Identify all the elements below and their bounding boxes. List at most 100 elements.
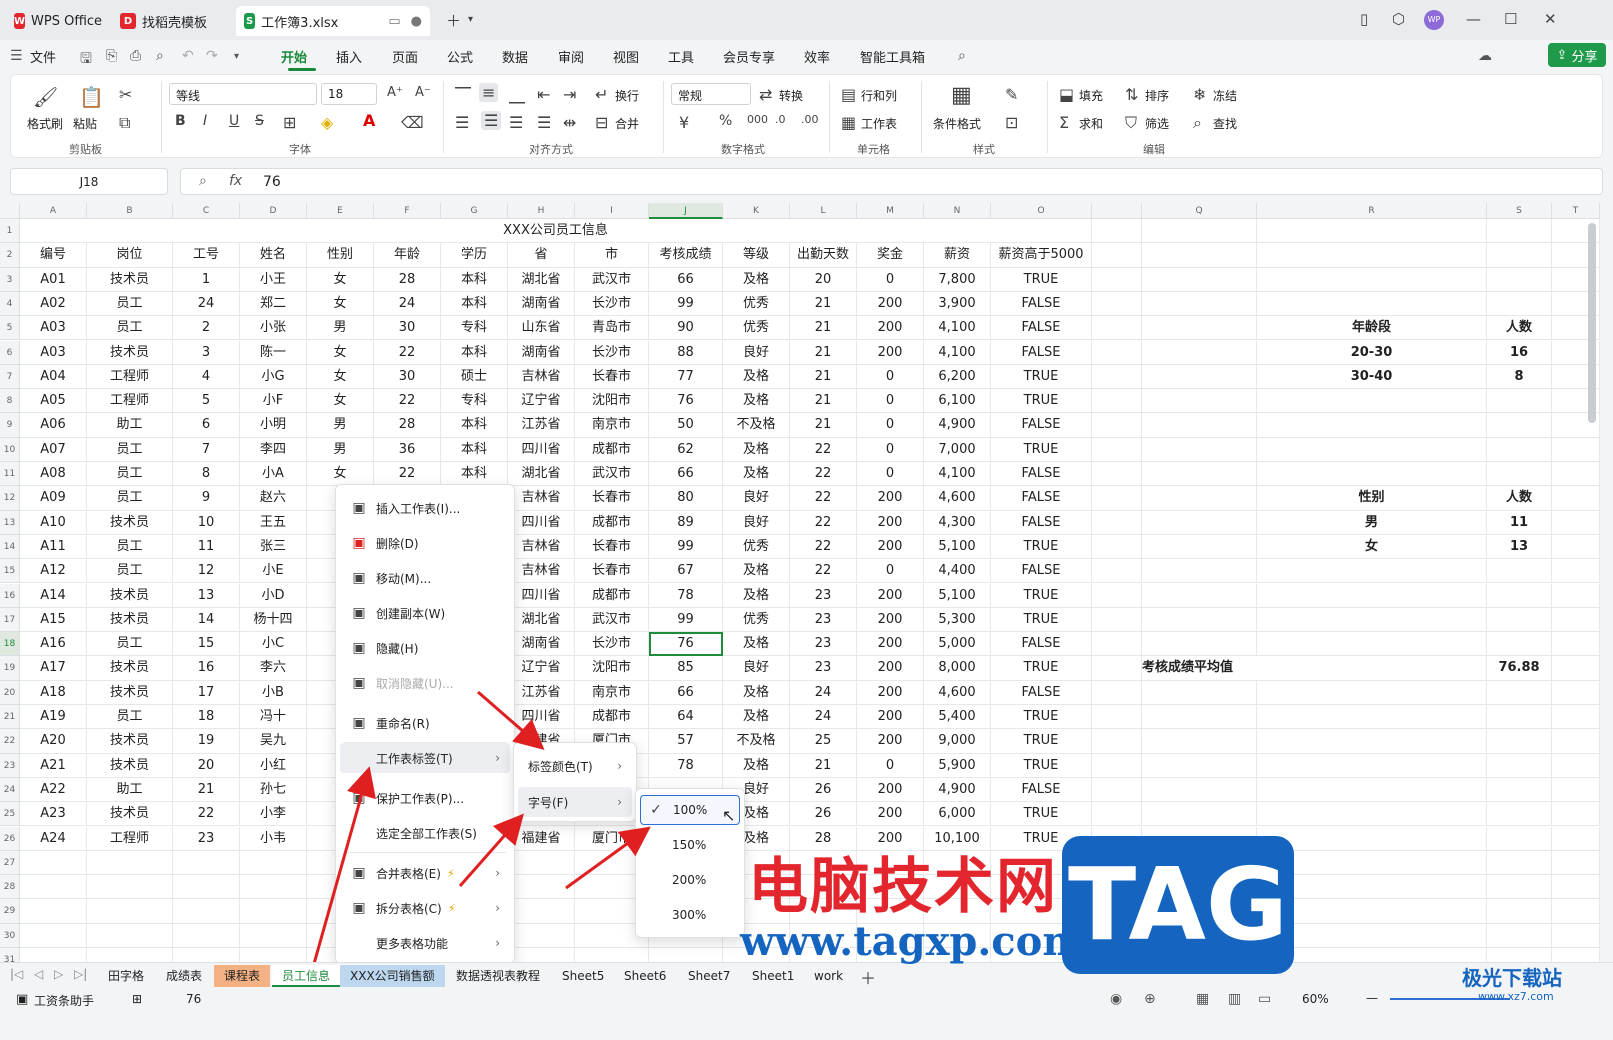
table-cell[interactable]: 26 — [790, 802, 857, 827]
table-cell[interactable]: 张三 — [240, 534, 307, 560]
table-cell[interactable]: 男 — [307, 316, 374, 341]
column-header[interactable]: Q — [1142, 203, 1257, 219]
menu-page[interactable]: 页面 — [392, 47, 418, 66]
table-cell[interactable]: 21 — [790, 753, 857, 778]
column-header[interactable]: H — [508, 203, 575, 219]
sheet-tab[interactable]: work — [804, 965, 853, 987]
grid-cell[interactable] — [1487, 462, 1552, 487]
table-cell[interactable]: 及格 — [723, 583, 790, 608]
rowcol-button[interactable]: 行和列 — [861, 87, 897, 104]
context-menu-item[interactable]: ▣ 删除(D) — [340, 528, 510, 558]
page-view-icon[interactable]: ▥ — [1228, 991, 1241, 1007]
grid-cell[interactable] — [1487, 777, 1552, 803]
freeze-button[interactable]: 冻结 — [1213, 87, 1237, 104]
grid-cell[interactable] — [1142, 389, 1257, 414]
grid-cell[interactable] — [1142, 462, 1257, 487]
table-cell[interactable]: 6,200 — [924, 364, 991, 390]
grid-cell[interactable] — [1487, 389, 1552, 414]
column-header[interactable]: O — [991, 203, 1092, 219]
row-header[interactable]: 26 — [0, 826, 20, 851]
quick-more-icon[interactable]: ▾ — [234, 51, 239, 62]
grid-cell[interactable] — [1092, 437, 1142, 462]
table-cell[interactable]: 5,900 — [924, 753, 991, 778]
sheet-tab[interactable]: 田字格 — [98, 965, 154, 987]
row-header[interactable]: 12 — [0, 486, 20, 511]
justify-icon[interactable]: ☰ — [537, 113, 551, 132]
table-cell[interactable]: 4,100 — [924, 462, 991, 487]
grid-cell[interactable] — [1487, 729, 1552, 754]
table-cell[interactable]: 18 — [173, 705, 240, 730]
table-cell[interactable]: A17 — [20, 656, 87, 681]
underline-icon[interactable]: U — [229, 113, 239, 129]
table-cell[interactable]: 南京市 — [575, 680, 649, 705]
table-cell[interactable]: 5,100 — [924, 583, 991, 608]
table-cell[interactable]: 0 — [857, 462, 924, 487]
table-cell[interactable]: 21 — [790, 316, 857, 341]
table-cell[interactable]: 8,000 — [924, 656, 991, 681]
menu-home[interactable]: 开始 — [281, 47, 307, 66]
table-cell[interactable]: 技术员 — [87, 267, 173, 292]
table-cell[interactable]: 22 — [790, 462, 857, 487]
sheet-tab[interactable]: Sheet5 — [552, 965, 614, 987]
table-cell[interactable]: 江苏省 — [508, 413, 575, 438]
convert-icon[interactable]: ⇄ — [759, 85, 772, 104]
table-cell[interactable]: 10 — [173, 510, 240, 535]
table-cell[interactable]: 郑二 — [240, 291, 307, 317]
cube-icon[interactable]: ⬡ — [1392, 10, 1405, 28]
header-cell[interactable]: 省 — [508, 243, 575, 268]
cell-text[interactable]: 11 — [1487, 510, 1552, 535]
zoom-out-icon[interactable]: — — [1366, 991, 1378, 1005]
grid-cell[interactable] — [1142, 632, 1257, 657]
grid-cell[interactable] — [1487, 583, 1552, 608]
table-cell[interactable]: 200 — [857, 486, 924, 511]
grid-cell[interactable] — [1142, 413, 1257, 438]
selected-cell[interactable] — [649, 632, 723, 657]
table-cell[interactable]: 本科 — [441, 462, 508, 487]
column-header[interactable]: M — [857, 203, 924, 219]
table-cell[interactable]: A24 — [20, 826, 87, 851]
row-header[interactable]: 24 — [0, 777, 20, 803]
currency-icon[interactable]: ¥ — [679, 113, 689, 132]
row-header[interactable]: 2 — [0, 243, 20, 268]
grid-cell[interactable] — [1142, 559, 1257, 584]
table-cell[interactable]: 武汉市 — [575, 462, 649, 487]
grid-cell[interactable] — [1552, 607, 1600, 633]
table-cell[interactable]: 男 — [307, 413, 374, 438]
select-all-corner[interactable] — [0, 203, 20, 219]
table-cell[interactable]: 12 — [173, 559, 240, 584]
table-cell[interactable]: 0 — [857, 267, 924, 292]
format-painter-button[interactable]: 格式刷 — [27, 115, 63, 132]
grid-cell[interactable] — [1092, 340, 1142, 365]
search-icon[interactable]: ⌕ — [958, 48, 966, 64]
row-header[interactable]: 6 — [0, 340, 20, 365]
grid-cell[interactable] — [1257, 802, 1487, 827]
grid-cell[interactable] — [1257, 437, 1487, 462]
merge-button[interactable]: 合并 — [615, 115, 639, 132]
table-cell[interactable]: 吴九 — [240, 729, 307, 754]
macro-icon[interactable]: ⊞ — [132, 992, 142, 1006]
table-cell[interactable]: 四川省 — [508, 705, 575, 730]
grid-cell[interactable] — [1092, 559, 1142, 584]
grid-cell[interactable] — [1257, 632, 1487, 657]
table-cell[interactable]: A15 — [20, 607, 87, 633]
grid-cell[interactable] — [1142, 729, 1257, 754]
table-cell[interactable]: 员工 — [87, 705, 173, 730]
row-header[interactable]: 29 — [0, 899, 20, 924]
conditional-format-icon[interactable]: ▦ — [951, 83, 972, 108]
grid-cell[interactable] — [508, 875, 575, 900]
table-cell[interactable]: 7,800 — [924, 267, 991, 292]
new-tab-icon[interactable]: ＋ — [446, 10, 461, 31]
grid-cell[interactable] — [1092, 802, 1142, 827]
header-cell[interactable]: 薪资高于5000 — [991, 243, 1092, 268]
table-cell[interactable]: TRUE — [991, 705, 1092, 730]
grid-cell[interactable] — [1487, 243, 1552, 268]
table-cell[interactable]: 9 — [173, 486, 240, 511]
table-cell[interactable]: 4,300 — [924, 510, 991, 535]
table-cell[interactable]: FALSE — [991, 777, 1092, 803]
table-cell[interactable]: 50 — [649, 413, 723, 438]
header-cell[interactable]: 岗位 — [87, 243, 173, 268]
table-cell[interactable]: 湖北省 — [508, 462, 575, 487]
zoom-search-icon[interactable]: ⌕ — [199, 173, 207, 189]
align-bottom-icon[interactable]: ⎽ — [509, 85, 525, 105]
grid-cell[interactable] — [1142, 753, 1257, 778]
